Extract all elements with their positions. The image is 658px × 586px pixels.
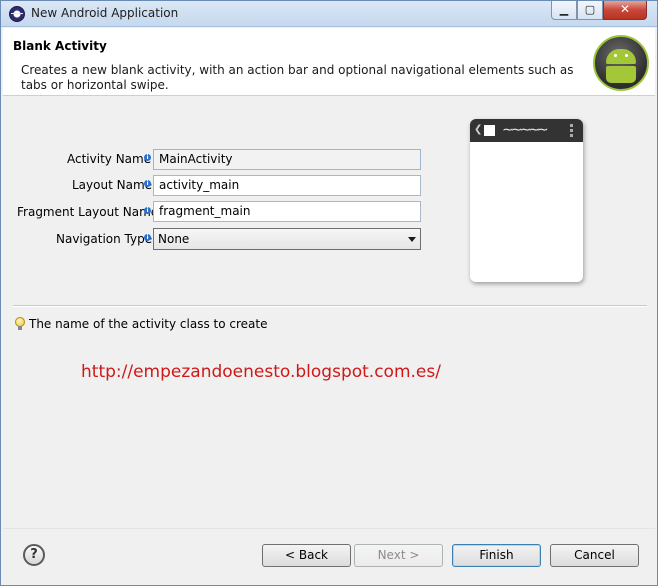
navigation-type-select[interactable]: None: [153, 228, 421, 250]
android-head-shape: [606, 49, 636, 64]
help-button[interactable]: ?: [23, 544, 45, 566]
android-eye-icon: [614, 54, 617, 57]
chevron-down-icon: [408, 237, 416, 242]
eclipse-app-icon: [9, 6, 25, 22]
finish-button[interactable]: Finish: [452, 544, 541, 567]
watermark-url: http://empezandoenesto.blogspot.com.es/: [81, 362, 441, 382]
dialog-window: New Android Application ▁ ▢ ✕ Blank Acti…: [0, 0, 658, 586]
activity-preview-thumbnail: ❮ ∼∼∼∼∼: [470, 119, 583, 282]
maximize-button[interactable]: ▢: [577, 1, 603, 20]
cancel-button[interactable]: Cancel: [550, 544, 639, 567]
lightbulb-icon: [15, 317, 25, 330]
layout-name-field[interactable]: activity_main: [153, 175, 421, 196]
overflow-menu-icon: [570, 124, 573, 137]
title-placeholder-icon: ∼∼∼∼∼: [502, 122, 549, 138]
back-button[interactable]: < Back: [262, 544, 351, 567]
window-title: New Android Application: [31, 6, 179, 20]
activity-name-label: Activity Name: [67, 152, 152, 166]
navigation-type-label: Navigation Type: [56, 232, 153, 246]
next-button[interactable]: Next >: [354, 544, 443, 567]
android-eye-icon: [625, 54, 628, 57]
android-body-shape: [606, 66, 636, 83]
info-icon: i: [144, 154, 151, 161]
minimize-button[interactable]: ▁: [551, 1, 577, 20]
android-logo-icon: [593, 35, 649, 91]
action-bar-preview: ❮ ∼∼∼∼∼: [470, 119, 583, 142]
title-bar: New Android Application ▁ ▢ ✕: [1, 1, 657, 27]
page-description: Creates a new blank activity, with an ac…: [21, 63, 574, 92]
info-icon: i: [144, 207, 151, 214]
app-logo-icon: [484, 125, 495, 136]
navigation-type-value: None: [158, 232, 190, 246]
layout-name-label: Layout Name: [72, 178, 153, 192]
wizard-header: Blank Activity Creates a new blank activ…: [3, 28, 655, 96]
field-hint-text: The name of the activity class to create: [29, 317, 268, 331]
fragment-layout-name-label: Fragment Layout Name: [17, 205, 159, 219]
info-icon: i: [144, 234, 151, 241]
info-icon: i: [144, 180, 151, 187]
close-button[interactable]: ✕: [603, 1, 647, 20]
fragment-layout-name-field[interactable]: fragment_main: [153, 201, 421, 222]
page-title: Blank Activity: [13, 39, 107, 53]
footer-divider: [3, 528, 655, 529]
activity-name-field[interactable]: MainActivity: [153, 149, 421, 170]
section-divider: [13, 305, 647, 307]
back-chevron-icon: ❮: [474, 124, 483, 135]
